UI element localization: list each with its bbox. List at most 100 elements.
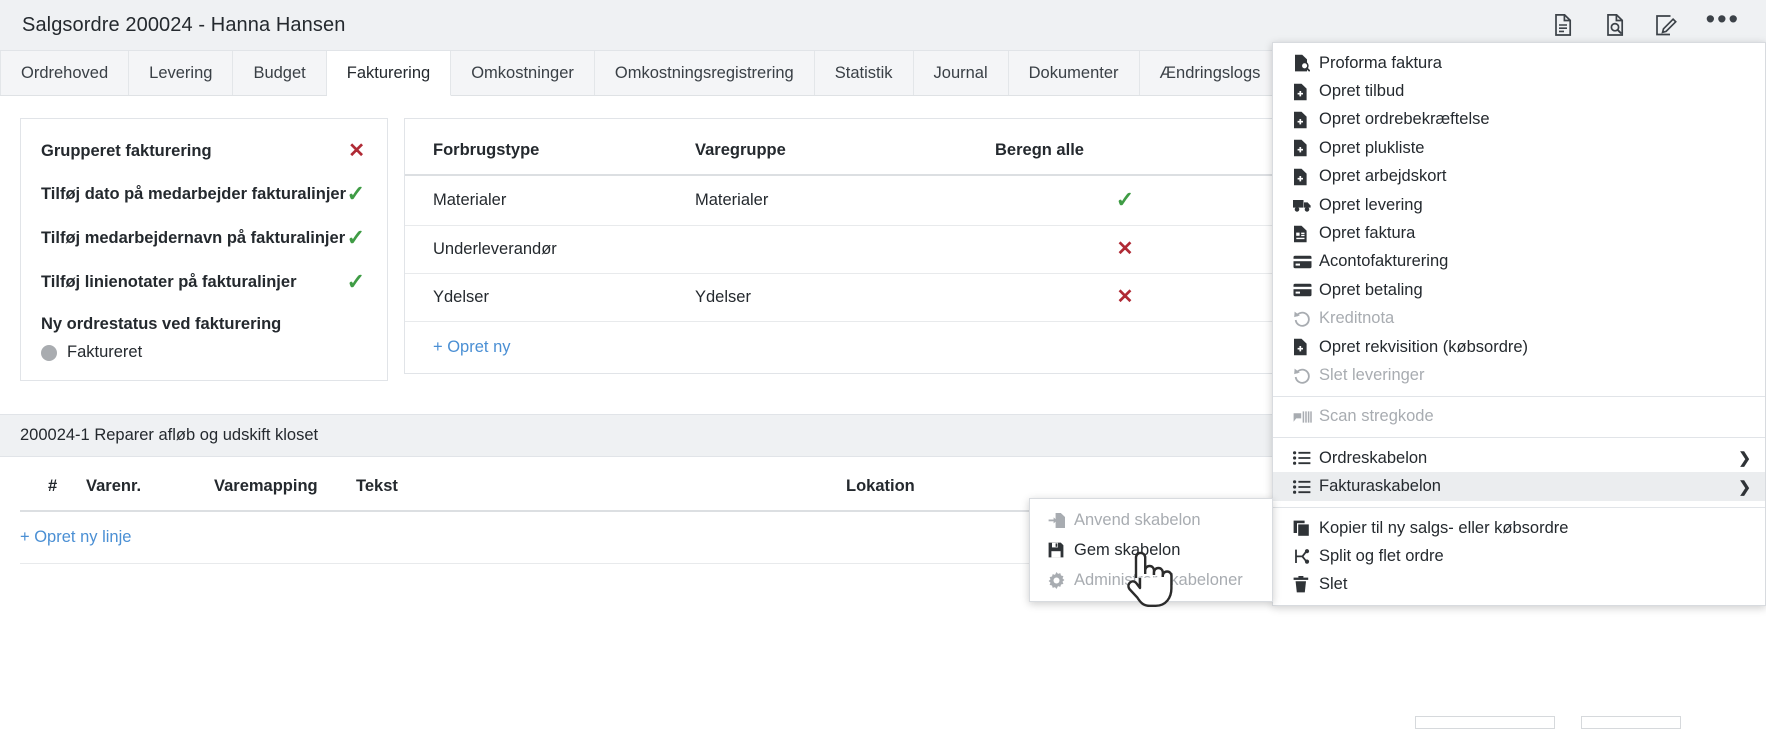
setting-row-tilfoej-dato[interactable]: Tilføj dato på medarbejder fakturalinjer… <box>41 183 365 205</box>
menu-item-label: Opret ordrebekræftelse <box>1319 110 1751 129</box>
undo-icon <box>1293 310 1319 327</box>
cell-varegruppe <box>695 226 995 274</box>
menu-item-label: Split og flet ordre <box>1319 547 1751 566</box>
cell-beregn-alle: ✕ <box>995 274 1255 322</box>
context-menu[interactable]: Proforma faktura Opret tilbud Opret ordr… <box>1272 42 1766 606</box>
submenu-item-anvend-skabelon: Anvend skabelon <box>1030 505 1272 535</box>
menu-item-split-og-flet-ordre[interactable]: Split og flet ordre <box>1273 542 1765 570</box>
setting-row-grupperet-fakturering[interactable]: Grupperet fakturering ✕ <box>41 141 365 161</box>
tab-ordrehoved[interactable]: Ordrehoved <box>0 51 129 95</box>
menu-item-label: Ordreskabelon <box>1319 449 1728 468</box>
menu-item-scan-stregkode: Scan stregkode <box>1273 403 1765 431</box>
cell-forbrugstype: Underleverandør <box>405 226 695 274</box>
cell-varegruppe: Materialer <box>695 175 995 226</box>
menu-item-slet-leveringer: Slet leveringer <box>1273 361 1765 389</box>
status-badge: Faktureret <box>67 343 142 362</box>
check-icon: ✓ <box>347 183 365 205</box>
cross-icon: ✕ <box>1117 238 1134 260</box>
tab-statistik[interactable]: Statistik <box>815 51 914 95</box>
list-icon <box>1293 451 1319 465</box>
menu-item-label: Slet leveringer <box>1319 366 1751 385</box>
setting-row-tilfoej-medarbejdernavn[interactable]: Tilføj medarbejdernavn på fakturalinjer … <box>41 227 365 249</box>
menu-item-slet[interactable]: Slet <box>1273 571 1765 599</box>
check-icon: ✓ <box>1116 187 1134 212</box>
barcode-scanner-icon <box>1293 409 1319 425</box>
new-order-status-label: Ny ordrestatus ved fakturering <box>41 315 365 334</box>
card-icon <box>1293 255 1319 269</box>
button-stub[interactable] <box>1415 716 1555 729</box>
menu-item-opret-plukliste[interactable]: Opret plukliste <box>1273 134 1765 162</box>
setting-row-tilfoej-linienotater[interactable]: Tilføj linienotater på fakturalinjer ✓ <box>41 271 365 293</box>
invoicing-settings-card: Grupperet fakturering ✕ Tilføj dato på m… <box>20 118 388 381</box>
document-add-icon <box>1293 338 1319 356</box>
template-submenu[interactable]: Anvend skabelon Gem skabelon Administrer… <box>1029 498 1273 602</box>
chevron-right-icon: ❯ <box>1728 478 1751 496</box>
menu-item-label: Acontofakturering <box>1319 252 1751 271</box>
document-icon[interactable] <box>1550 12 1576 38</box>
copy-icon <box>1293 520 1319 537</box>
card-icon <box>1293 283 1319 297</box>
menu-separator <box>1273 437 1765 438</box>
chevron-right-icon: ❯ <box>1728 449 1751 467</box>
submenu-item-label: Gem skabelon <box>1074 541 1258 560</box>
edit-icon[interactable] <box>1654 12 1680 38</box>
tab-dokumenter[interactable]: Dokumenter <box>1009 51 1140 95</box>
gear-icon <box>1048 572 1074 589</box>
cell-forbrugstype: Materialer <box>405 175 695 226</box>
tab-aendringslogs[interactable]: Ændringslogs <box>1140 51 1282 95</box>
submenu-item-gem-skabelon[interactable]: Gem skabelon <box>1030 535 1272 565</box>
menu-item-proforma-faktura[interactable]: Proforma faktura <box>1273 49 1765 77</box>
tab-levering[interactable]: Levering <box>129 51 233 95</box>
submenu-item-label: Administrer skabeloner <box>1074 571 1258 590</box>
menu-item-opret-rekvisition[interactable]: Opret rekvisition (købsordre) <box>1273 333 1765 361</box>
menu-item-kopier-til-ny-ordre[interactable]: Kopier til ny salgs- eller købsordre <box>1273 514 1765 542</box>
cross-icon: ✕ <box>1117 286 1134 308</box>
document-search-icon[interactable] <box>1602 12 1628 38</box>
menu-item-opret-levering[interactable]: Opret levering <box>1273 191 1765 219</box>
column-header-beregn-alle: Beregn alle <box>995 119 1255 175</box>
application-window: Salgsordre 200024 - Hanna Hansen ••• Ord… <box>0 0 1766 729</box>
new-order-status-value[interactable]: Faktureret <box>41 343 365 362</box>
menu-item-ordreskabelon[interactable]: Ordreskabelon ❯ <box>1273 444 1765 472</box>
bottom-button-stubs <box>1415 716 1765 729</box>
menu-item-label: Proforma faktura <box>1319 54 1751 73</box>
column-header-number: # <box>20 457 86 511</box>
column-header-varenr: Varenr. <box>86 457 214 511</box>
menu-item-opret-faktura[interactable]: Opret faktura <box>1273 219 1765 247</box>
menu-item-fakturaskabelon[interactable]: Fakturaskabelon ❯ <box>1273 472 1765 500</box>
cell-varegruppe: Ydelser <box>695 274 995 322</box>
menu-item-opret-tilbud[interactable]: Opret tilbud <box>1273 77 1765 105</box>
document-add-icon <box>1293 139 1319 157</box>
menu-item-label: Opret levering <box>1319 196 1751 215</box>
menu-separator <box>1273 396 1765 397</box>
document-add-icon <box>1293 111 1319 129</box>
tab-omkostninger[interactable]: Omkostninger <box>451 51 595 95</box>
menu-item-label: Opret rekvisition (købsordre) <box>1319 338 1751 357</box>
tab-budget[interactable]: Budget <box>233 51 326 95</box>
menu-item-label: Opret faktura <box>1319 224 1751 243</box>
menu-item-kreditnota: Kreditnota <box>1273 305 1765 333</box>
menu-item-acontofakturering[interactable]: Acontofakturering <box>1273 248 1765 276</box>
page-title: Salgsordre 200024 - Hanna Hansen <box>22 14 1550 37</box>
title-bar-actions: ••• <box>1550 12 1752 38</box>
undo-icon <box>1293 367 1319 384</box>
split-merge-icon <box>1293 548 1319 565</box>
menu-item-opret-ordrebekraeftelse[interactable]: Opret ordrebekræftelse <box>1273 106 1765 134</box>
setting-label: Grupperet fakturering <box>41 142 212 161</box>
menu-item-label: Scan stregkode <box>1319 407 1751 426</box>
column-header-tekst: Tekst <box>356 457 846 511</box>
tab-omkostningsregistrering[interactable]: Omkostningsregistrering <box>595 51 815 95</box>
column-header-lokation: Lokation <box>846 457 1036 511</box>
tab-journal[interactable]: Journal <box>914 51 1009 95</box>
document-add-icon <box>1293 168 1319 186</box>
menu-item-label: Opret arbejdskort <box>1319 167 1751 186</box>
apply-template-icon <box>1048 512 1074 529</box>
setting-label: Tilføj dato på medarbejder fakturalinjer <box>41 185 346 204</box>
more-options-icon[interactable]: ••• <box>1706 14 1740 36</box>
menu-item-opret-arbejdskort[interactable]: Opret arbejdskort <box>1273 163 1765 191</box>
menu-item-label: Slet <box>1319 575 1751 594</box>
button-stub[interactable] <box>1581 716 1681 729</box>
menu-item-opret-betaling[interactable]: Opret betaling <box>1273 276 1765 304</box>
column-header-varemapping: Varemapping <box>214 457 356 511</box>
tab-fakturering[interactable]: Fakturering <box>327 51 451 96</box>
